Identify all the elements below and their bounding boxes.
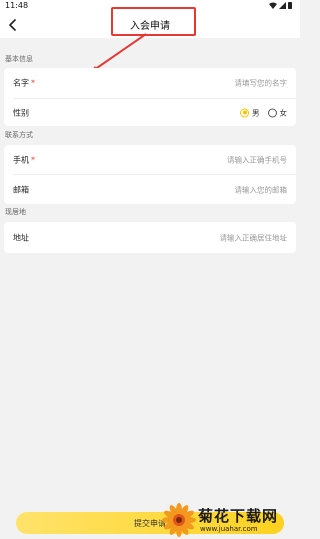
phone-input[interactable]: 请输入正确手机号 (227, 154, 287, 165)
status-icons (269, 2, 292, 9)
address-row[interactable]: 地址 请输入正确居住地址 (4, 222, 296, 253)
wifi-icon (269, 2, 277, 9)
radio-checked-icon (240, 108, 249, 117)
battery-icon (288, 2, 292, 9)
page-title: 入会申请 (130, 21, 170, 32)
phone-row[interactable]: 手机 * 请输入正确手机号 (4, 145, 296, 174)
email-label: 邮箱 (13, 185, 29, 194)
name-label: 名字 * (13, 78, 35, 88)
gender-male-label: 男 (252, 108, 260, 117)
phone-label: 手机 * (13, 155, 35, 164)
watermark-title: 菊花下载网 (198, 507, 279, 525)
section-title-residence: 现居地 (5, 208, 26, 216)
gender-option-female[interactable]: 女 (267, 107, 288, 118)
section-title-basic: 基本信息 (5, 55, 33, 63)
signal-icon (279, 2, 286, 9)
flower-logo-icon (162, 503, 196, 537)
nav-bar: 入会申请 (0, 12, 300, 38)
required-mark: * (31, 155, 35, 164)
watermark: 菊花下载网 www.juahar.com (162, 503, 298, 537)
residence-card: 地址 请输入正确居住地址 (4, 222, 296, 253)
section-title-contact: 联系方式 (5, 131, 33, 139)
status-bar: 11:48 (0, 0, 300, 12)
gender-female-label: 女 (279, 108, 288, 117)
gender-option-male[interactable]: 男 (240, 107, 260, 118)
gender-row: 性别 男 女 (4, 99, 296, 126)
gender-radio-group: 男 女 (240, 107, 287, 118)
watermark-url: www.juahar.com (200, 525, 258, 533)
name-input[interactable]: 请填写您的名字 (235, 78, 288, 89)
gender-label: 性别 (13, 108, 29, 117)
name-row[interactable]: 名字 * 请填写您的名字 (4, 68, 296, 98)
basic-info-card: 名字 * 请填写您的名字 性别 男 女 (4, 68, 296, 126)
address-input[interactable]: 请输入正确居住地址 (220, 232, 288, 243)
email-input[interactable]: 请输入您的邮箱 (235, 184, 288, 195)
email-row[interactable]: 邮箱 请输入您的邮箱 (4, 175, 296, 204)
contact-card: 手机 * 请输入正确手机号 邮箱 请输入您的邮箱 (4, 145, 296, 204)
radio-unchecked-icon (267, 108, 277, 117)
address-label: 地址 (13, 233, 29, 242)
required-mark: * (31, 78, 35, 88)
status-time: 11:48 (5, 1, 29, 10)
